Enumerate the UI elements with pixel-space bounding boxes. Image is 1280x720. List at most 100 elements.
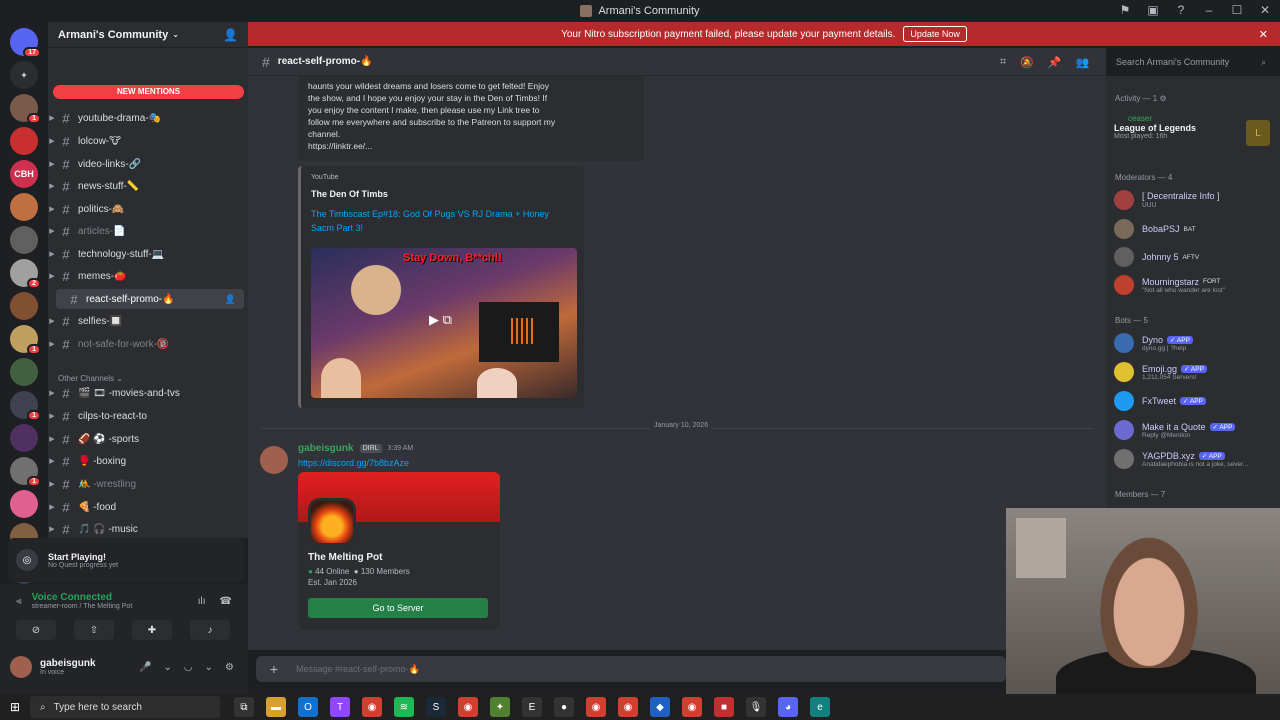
- obs-icon[interactable]: ●: [554, 697, 574, 717]
- channel-item[interactable]: ▶ # politics-🙈: [48, 199, 248, 219]
- chrome-icon[interactable]: ◉: [682, 697, 702, 717]
- disconnect-icon[interactable]: ☎: [220, 596, 232, 607]
- play-icon[interactable]: ▶ ⧉: [429, 312, 469, 334]
- chrome-icon[interactable]: ◉: [458, 697, 478, 717]
- server-icon[interactable]: 1: [10, 391, 41, 421]
- avatar[interactable]: [260, 446, 288, 474]
- taskbar-search[interactable]: ⌕ Type here to search: [30, 696, 220, 718]
- activities-button[interactable]: ✚: [132, 620, 172, 640]
- server-icon[interactable]: [10, 193, 38, 221]
- video-thumbnail[interactable]: Stay Down, B**ch!! ▶ ⧉: [311, 248, 577, 398]
- member-item[interactable]: YAGPDB.xyz ✓ APP Anatidaephobia is not a j…: [1114, 447, 1276, 471]
- channel-item[interactable]: ▶ # technology-stuff-💻: [48, 244, 248, 264]
- windows-start-icon[interactable]: ⊞: [0, 700, 30, 714]
- add-member-icon[interactable]: 👤: [223, 28, 238, 42]
- camera-off-button[interactable]: ⊘: [16, 620, 56, 640]
- server-icon[interactable]: [10, 292, 38, 320]
- server-icon[interactable]: [10, 358, 38, 386]
- notification-bell-icon[interactable]: 🔕: [1020, 56, 1034, 69]
- server-icon[interactable]: 1: [10, 325, 41, 355]
- channel-item[interactable]: ▶ # video-links-🔗: [48, 154, 248, 174]
- channel-item[interactable]: ▶ # 🍕 -food: [48, 497, 248, 517]
- server-icon[interactable]: CBH: [10, 160, 38, 188]
- activity-card[interactable]: ceaser League of Legends Most played: 16…: [1114, 114, 1274, 156]
- channel-item[interactable]: ▶ # news-stuff-📏: [48, 176, 248, 196]
- channel-item[interactable]: ▶ # selfies-🔲: [48, 311, 248, 331]
- channel-item[interactable]: ▶ # 🤼 -wrestling: [48, 474, 248, 494]
- gear-icon[interactable]: ⚙: [225, 662, 234, 673]
- plus-icon[interactable]: +: [266, 661, 282, 677]
- channel-item[interactable]: ▶ # articles-📄: [48, 221, 248, 241]
- screen-icon[interactable]: ▣: [1146, 3, 1160, 17]
- search-input[interactable]: Search Armani's Community ⌕: [1110, 53, 1272, 71]
- category-other-channels[interactable]: Other Channels ⌄: [58, 374, 123, 383]
- server-icon[interactable]: [10, 424, 38, 452]
- soundboard-button[interactable]: ♪: [190, 620, 230, 640]
- chrome-icon[interactable]: ◉: [618, 697, 638, 717]
- linktree-link[interactable]: https://linktr.ee/...: [308, 140, 634, 152]
- member-list-icon[interactable]: 👥: [1076, 56, 1090, 69]
- quest-card[interactable]: ◎ Start Playing! No Quest progress yet: [8, 538, 244, 582]
- task-view-icon[interactable]: ⧉: [234, 697, 254, 717]
- user-info[interactable]: gabeisgunk In voice: [10, 656, 96, 678]
- twitch-icon[interactable]: T: [330, 697, 350, 717]
- minimize-icon[interactable]: –: [1202, 3, 1216, 17]
- chevron-down-icon[interactable]: ⌄: [205, 662, 213, 673]
- noise-suppression-icon[interactable]: ılı: [198, 596, 206, 607]
- screen-share-button[interactable]: ⇧: [74, 620, 114, 640]
- discord-icon[interactable]: ◕: [778, 697, 798, 717]
- file-explorer-icon[interactable]: ▬: [266, 697, 286, 717]
- message-composer[interactable]: + Message #react-self-promo-🔥: [256, 656, 1006, 682]
- guild-header[interactable]: Armani's Community ⌄ 👤: [48, 22, 248, 48]
- chevron-down-icon[interactable]: ⌄: [164, 662, 172, 673]
- edge-icon[interactable]: e: [810, 697, 830, 717]
- server-icon[interactable]: [10, 490, 38, 518]
- close-window-icon[interactable]: ✕: [1258, 3, 1272, 17]
- invite-icon[interactable]: 👤: [225, 294, 236, 305]
- app-icon[interactable]: ◆: [650, 697, 670, 717]
- member-item[interactable]: [ Decentralize Info ] ᑌᑌᑌ: [1114, 188, 1276, 212]
- channel-item[interactable]: ▶ # memes-🍅: [48, 266, 248, 286]
- channel-item[interactable]: ▶ # cilps-to-react-to: [48, 406, 248, 426]
- close-icon[interactable]: ✕: [1259, 28, 1268, 41]
- server-icon[interactable]: 1: [10, 457, 41, 487]
- voice-status[interactable]: ⫷ Voice Connected streamer-room / The Me…: [16, 592, 132, 610]
- steam-icon[interactable]: S: [426, 697, 446, 717]
- go-to-server-button[interactable]: Go to Server: [308, 598, 488, 618]
- member-item[interactable]: BobaPSJ BAT: [1114, 217, 1276, 241]
- member-item[interactable]: Emoji.gg ✓ APP 1,211,054 Servers!: [1114, 360, 1276, 384]
- outlook-icon[interactable]: O: [298, 697, 318, 717]
- inbox-icon[interactable]: ⚑: [1118, 3, 1132, 17]
- pin-icon[interactable]: 📌: [1048, 56, 1062, 69]
- invite-link[interactable]: https://discord.gg/7b8bzAze: [298, 458, 409, 468]
- embed-author[interactable]: The Den Of Timbs: [311, 189, 574, 199]
- member-item[interactable]: Make it a Quote ✓ APP Reply @Mention: [1114, 418, 1276, 442]
- app-icon[interactable]: ■: [714, 697, 734, 717]
- channel-item[interactable]: ▶ # 🥊 -boxing: [48, 451, 248, 471]
- microphone-icon[interactable]: 🎤: [139, 662, 151, 673]
- channel-item[interactable]: ▶ # not-safe-for-work-🔞: [48, 334, 248, 354]
- message-author[interactable]: gabeisgunk: [298, 443, 354, 454]
- epic-games-icon[interactable]: E: [522, 697, 542, 717]
- maximize-icon[interactable]: ☐: [1230, 3, 1244, 17]
- server-icon[interactable]: 17: [10, 28, 41, 58]
- channel-item[interactable]: ▶ # youtube-drama-🎭: [48, 108, 248, 128]
- member-item[interactable]: Dyno ✓ APP dyno.gg | ?help: [1114, 331, 1276, 355]
- headphones-icon[interactable]: ◡: [184, 662, 193, 673]
- server-icon[interactable]: 2: [10, 259, 41, 289]
- new-mentions-pill[interactable]: NEW MENTIONS: [53, 85, 244, 99]
- help-icon[interactable]: ?: [1174, 3, 1188, 17]
- server-icon[interactable]: 1: [10, 94, 41, 124]
- chrome-icon[interactable]: ◉: [362, 697, 382, 717]
- server-icon[interactable]: +: [10, 61, 38, 89]
- microphone-icon[interactable]: 🎙: [746, 697, 766, 717]
- channel-item[interactable]: ▶ # lolcow-🐮: [48, 131, 248, 151]
- threads-icon[interactable]: ⌗: [1000, 56, 1006, 69]
- member-item[interactable]: Mourningstarz FORT "Not all who wander are…: [1114, 273, 1276, 297]
- member-item[interactable]: FxTweet ✓ APP: [1114, 389, 1276, 413]
- server-icon[interactable]: [10, 226, 38, 254]
- channel-item[interactable]: ▶ # 🎵 🎧 -music: [48, 519, 248, 538]
- channel-item[interactable]: ▶ # 🏈 ⚽ -sports: [48, 429, 248, 449]
- app-icon[interactable]: ✦: [490, 697, 510, 717]
- channel-item[interactable]: ▶ # 🎬 🎞 -movies-and-tvs: [48, 383, 248, 403]
